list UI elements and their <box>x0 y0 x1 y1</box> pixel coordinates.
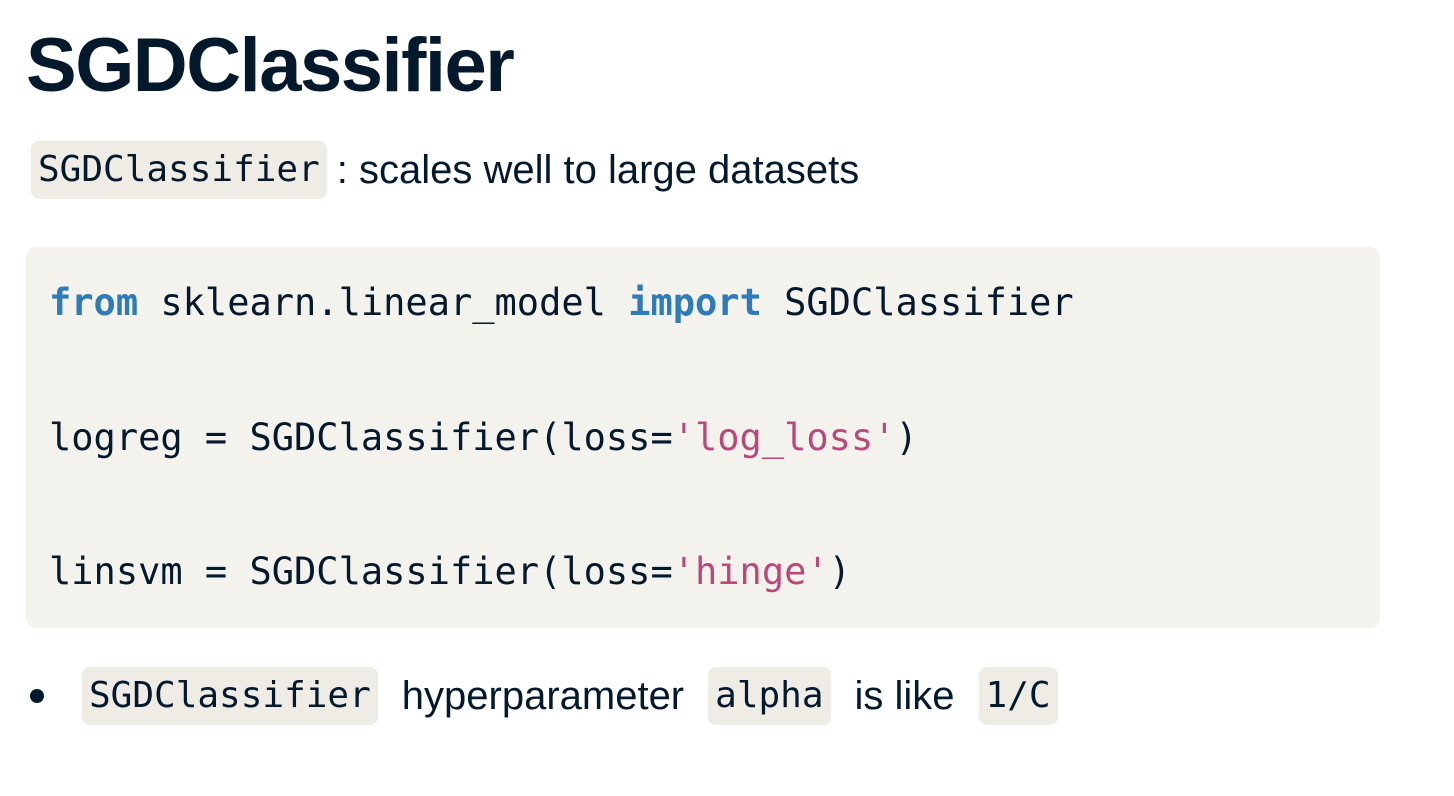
code-line-import: from sklearn.linear_model import SGDClas… <box>49 278 1074 328</box>
inline-code-alpha: alpha <box>708 667 831 725</box>
inline-code-one-over-c: 1/C <box>978 667 1058 725</box>
code-linsvm-suffix: ) <box>828 550 851 593</box>
subtitle-text: : scales well to large datasets <box>336 147 860 192</box>
code-module: sklearn.linear_model <box>138 281 629 324</box>
bullet-item: SGDClassifier hyperparameter alpha is li… <box>26 666 1058 726</box>
code-string-log-loss: 'log_loss' <box>672 416 896 459</box>
subtitle: SGDClassifier : scales well to large dat… <box>31 140 859 200</box>
code-block: from sklearn.linear_model import SGDClas… <box>26 247 1380 628</box>
code-imported-name: SGDClassifier <box>761 281 1074 324</box>
keyword-import: import <box>628 281 762 324</box>
code-linsvm-prefix: linsvm = SGDClassifier(loss= <box>49 550 673 593</box>
code-logreg-suffix: ) <box>895 416 918 459</box>
code-line-logreg: logreg = SGDClassifier(loss='log_loss') <box>49 413 918 463</box>
code-string-hinge: 'hinge' <box>672 550 829 593</box>
bullet-dot-icon <box>30 689 44 703</box>
bullet-text-hyperparameter: hyperparameter <box>401 673 685 718</box>
bullet-text-is-like: is like <box>854 673 955 718</box>
code-line-linsvm: linsvm = SGDClassifier(loss='hinge') <box>49 547 851 597</box>
code-logreg-prefix: logreg = SGDClassifier(loss= <box>49 416 673 459</box>
inline-code-sgdclassifier: SGDClassifier <box>31 141 327 199</box>
slide-title: SGDClassifier <box>26 23 515 108</box>
keyword-from: from <box>49 281 139 324</box>
inline-code-sgdclassifier: SGDClassifier <box>82 667 378 725</box>
